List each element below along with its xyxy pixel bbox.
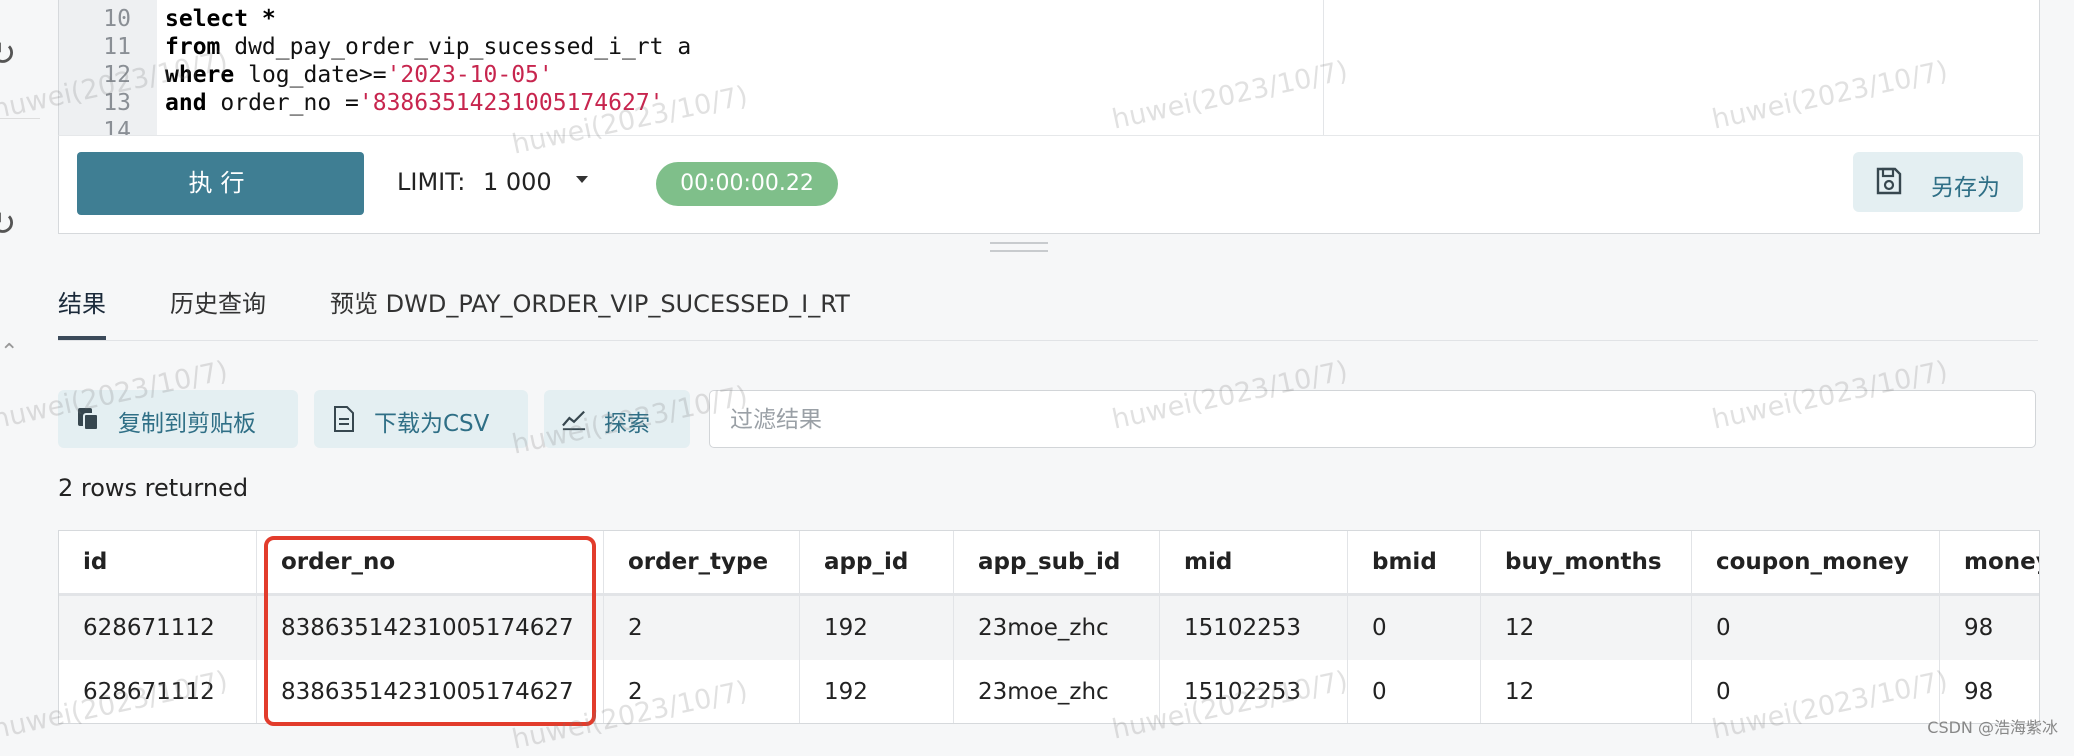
credit-text: CSDN @浩海紫冰 xyxy=(1927,718,2058,737)
file-icon xyxy=(334,406,354,432)
column-header-coupon-money[interactable]: coupon_money xyxy=(1692,531,1940,593)
sql-editor[interactable]: 10 select * 11 from dwd_pay_order_vip_suces… xyxy=(58,0,2040,136)
explore-button[interactable]: 探索 xyxy=(544,390,690,448)
line-number: 10 xyxy=(103,6,131,32)
code-line[interactable]: 11 from dwd_pay_order_vip_sucessed_i_rt a xyxy=(59,33,1319,61)
line-number: 11 xyxy=(103,34,131,60)
table-cell: 628671112 xyxy=(59,596,257,660)
code-text: where log_date>='2023-10-05' xyxy=(165,61,553,89)
column-header-order-no[interactable]: order_no xyxy=(257,531,604,593)
tab-preview-table[interactable]: 预览 DWD_PAY_ORDER_VIP_SUCESSED_I_RT xyxy=(330,284,850,336)
table-cell: 23moe_zhc xyxy=(954,596,1160,660)
refresh-icon[interactable]: ↻ xyxy=(0,34,17,74)
sql-keyword: where xyxy=(165,62,235,88)
table-cell: 98 xyxy=(1940,596,2039,660)
explore-label: 探索 xyxy=(604,411,650,437)
table-cell: 23moe_zhc xyxy=(954,660,1160,723)
code-line[interactable]: 10 select * xyxy=(59,5,1319,33)
table-cell: 12 xyxy=(1481,660,1692,723)
editor-divider xyxy=(1323,0,1324,135)
results-tabs: 结果 历史查询 预览 DWD_PAY_ORDER_VIP_SUCESSED_I_… xyxy=(58,280,2038,341)
table-cell: 12 xyxy=(1481,596,1692,660)
limit-value: 1 000 xyxy=(482,168,552,196)
column-header-app-id[interactable]: app_id xyxy=(800,531,954,593)
filter-results-input[interactable] xyxy=(728,401,2012,439)
table-cell: 0 xyxy=(1692,596,1940,660)
save-icon xyxy=(1876,167,1902,195)
line-number: 12 xyxy=(103,62,131,88)
table-row[interactable]: 628671112 83863514231005174627 2 192 23moe_z… xyxy=(59,596,2039,660)
table-cell: 15102253 xyxy=(1160,596,1348,660)
sql-text: log_date>= xyxy=(234,62,387,88)
sql-text: order_no = xyxy=(206,90,359,116)
download-csv-button[interactable]: 下载为CSV xyxy=(314,390,528,448)
save-as-label: 另存为 xyxy=(1931,175,2000,201)
table-cell: 0 xyxy=(1348,660,1481,723)
table-cell: 83863514231005174627 xyxy=(257,660,604,723)
sql-keyword: and xyxy=(165,90,207,116)
copy-icon xyxy=(78,408,99,431)
tab-results[interactable]: 结果 xyxy=(58,284,106,336)
column-header-mid[interactable]: mid xyxy=(1160,531,1348,593)
sql-string: '83863514231005174627' xyxy=(358,90,664,116)
table-cell: 2 xyxy=(604,596,800,660)
table-cell: 628671112 xyxy=(59,660,257,723)
save-as-button[interactable]: 另存为 xyxy=(1853,152,2023,212)
run-button[interactable]: 执行 xyxy=(77,152,364,215)
tab-query-history[interactable]: 历史查询 xyxy=(170,284,266,336)
code-line[interactable]: 12 where log_date>='2023-10-05' xyxy=(59,61,1319,89)
filter-results-field[interactable] xyxy=(709,390,2036,448)
code-line[interactable]: 14 xyxy=(59,117,1319,136)
download-label: 下载为CSV xyxy=(374,411,490,437)
table-header-row: id order_no order_type app_id app_sub_id mid b… xyxy=(59,531,2039,596)
rows-returned-text: 2 rows returned xyxy=(58,474,249,502)
column-header-id[interactable]: id xyxy=(59,531,257,593)
code-text: select * xyxy=(165,5,276,33)
copy-label: 复制到剪贴板 xyxy=(118,411,256,437)
line-number: 14 xyxy=(103,118,131,136)
line-number: 13 xyxy=(103,90,131,116)
limit-label: LIMIT: xyxy=(397,168,466,196)
divider xyxy=(0,118,40,119)
limit-selector[interactable]: LIMIT: 1 000 xyxy=(397,168,552,196)
collapse-icon[interactable]: ⌃ xyxy=(0,340,18,365)
table-row[interactable]: 628671112 83863514231005174627 2 192 23moe_z… xyxy=(59,660,2039,723)
left-sidebar-edge: ↻ ↻ ⌃ xyxy=(0,0,40,746)
active-tab-indicator xyxy=(58,336,106,340)
query-timer-badge: 00:00:00.22 xyxy=(656,162,838,206)
column-header-bmid[interactable]: bmid xyxy=(1348,531,1481,593)
column-header-order-type[interactable]: order_type xyxy=(604,531,800,593)
table-cell: 0 xyxy=(1348,596,1481,660)
code-line[interactable]: 13 and order_no ='83863514231005174627' xyxy=(59,89,1319,117)
query-toolbar: 执行 LIMIT: 1 000 00:00:00.22 另存为 xyxy=(58,135,2040,234)
table-cell: 83863514231005174627 xyxy=(257,596,604,660)
chart-line-icon xyxy=(562,410,586,431)
table-cell: 192 xyxy=(800,596,954,660)
code-text: and order_no ='83863514231005174627' xyxy=(165,89,664,117)
table-cell: 0 xyxy=(1692,660,1940,723)
resize-handle[interactable] xyxy=(990,242,1048,252)
column-header-buy-months[interactable]: buy_months xyxy=(1481,531,1692,593)
sql-string: '2023-10-05' xyxy=(386,62,553,88)
table-cell: 2 xyxy=(604,660,800,723)
sql-keyword: select * xyxy=(165,6,276,32)
code-text: from dwd_pay_order_vip_sucessed_i_rt a xyxy=(165,33,691,61)
column-header-app-sub-id[interactable]: app_sub_id xyxy=(954,531,1160,593)
sql-text: dwd_pay_order_vip_sucessed_i_rt a xyxy=(220,34,692,60)
table-cell: 192 xyxy=(800,660,954,723)
results-table: id order_no order_type app_id app_sub_id mid b… xyxy=(58,530,2040,724)
copy-to-clipboard-button[interactable]: 复制到剪贴板 xyxy=(58,390,298,448)
table-cell: 15102253 xyxy=(1160,660,1348,723)
column-header-money[interactable]: money xyxy=(1940,531,2039,593)
caret-down-icon[interactable] xyxy=(576,176,588,183)
sql-keyword: from xyxy=(165,34,221,60)
refresh-icon[interactable]: ↻ xyxy=(0,204,17,244)
